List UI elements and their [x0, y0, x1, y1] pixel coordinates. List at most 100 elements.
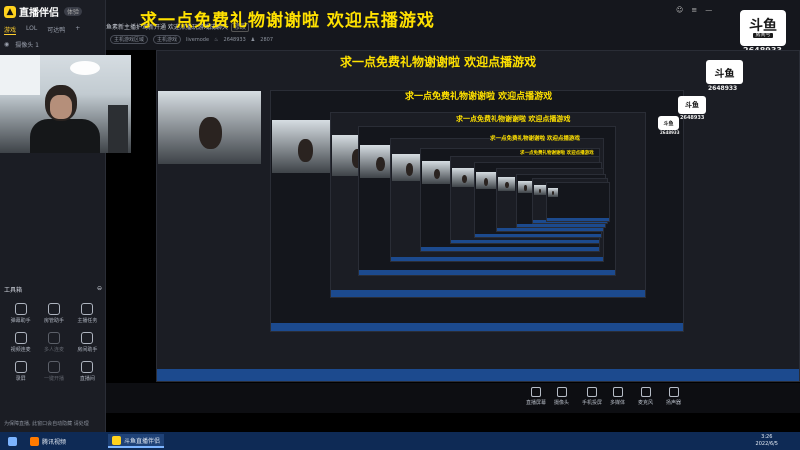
multi-link-icon	[47, 332, 60, 344]
toolbox-title: 工具箱	[4, 287, 23, 294]
nested-camera-thumb	[518, 181, 532, 193]
toolbox-more-icon[interactable]: ⊖	[97, 285, 102, 294]
menu-icon[interactable]: ≡	[691, 6, 697, 14]
control-camera[interactable]: 摄像头	[554, 387, 569, 406]
nested-taskbar	[391, 257, 603, 261]
nested-camera-thumb	[452, 168, 476, 187]
control-label: 手机投屏	[582, 400, 603, 406]
control-label: 摄像头	[554, 400, 570, 406]
tab-kedaya[interactable]: 可达鸭	[47, 25, 65, 35]
nested-taskbar	[451, 240, 599, 243]
visibility-eye-icon[interactable]: ◉	[4, 41, 9, 48]
tool-item[interactable]: 房管助手	[37, 303, 70, 324]
control-microphone[interactable]: 麦克风	[638, 387, 653, 406]
control-speaker[interactable]: 扬声器	[666, 387, 681, 406]
nested-banner: 求一点免费礼物谢谢啦 欢迎点播游戏	[490, 136, 580, 142]
nested-camera-thumb	[476, 172, 496, 189]
source-row[interactable]: ◉ 摄像头 1	[4, 40, 39, 49]
status-text: livemode	[186, 36, 210, 43]
nested-room-number: 2648933	[680, 115, 705, 121]
taskbar-item-tencent-video[interactable]: 腾讯视频	[26, 434, 70, 448]
tool-label: 视频连麦	[10, 347, 31, 353]
app-logo-icon: ▲	[4, 5, 16, 18]
nested-taskbar	[497, 228, 603, 231]
room-helper-icon	[81, 332, 94, 344]
hot-count: 2648933	[223, 36, 246, 43]
tool-item[interactable]: 直播间	[71, 361, 104, 382]
douyu-logo-sub: 房间号	[753, 31, 773, 38]
microphone-icon	[640, 387, 651, 397]
taskbar: 腾讯视频 斗鱼直播伴侣 3:26 2022/6/5	[0, 432, 800, 450]
app-name: 直播伴侣	[19, 8, 59, 19]
control-phone-cast[interactable]: 手机投屏	[582, 387, 602, 406]
avatar[interactable]: ☺	[676, 6, 683, 14]
source-item-camera[interactable]: 摄像头 1	[15, 40, 39, 49]
phone-cast-icon	[587, 387, 597, 397]
nested-camera-thumb	[498, 177, 515, 191]
control-label: 多媒体	[610, 400, 626, 406]
tab-lol[interactable]: LOL	[26, 25, 37, 35]
window-controls: ☺ ≡ —	[676, 6, 712, 14]
control-multimedia[interactable]: 多媒体	[610, 387, 625, 406]
nested-room-number: 2648933	[708, 85, 738, 92]
overlay-banner: 求一点免费礼物谢谢啦 欢迎点播游戏	[140, 11, 435, 31]
toolbox-grid: 弹幕助手 房管助手 主播任务视频连麦 多人连麦 房间助手录屏 一键开播 直播间	[4, 303, 104, 382]
multimedia-icon	[612, 387, 623, 397]
nested-taskbar	[359, 270, 615, 275]
tool-label: 房间助手	[77, 347, 98, 353]
video-link-icon	[14, 332, 27, 344]
nested-camera-thumb	[422, 161, 451, 184]
nested-douyu-logo: 斗鱼	[706, 60, 743, 84]
douyu-logo-text: 斗鱼	[749, 17, 777, 34]
tool-item[interactable]: 一键开播	[37, 361, 70, 382]
nested-douyu-logo: 斗鱼	[658, 116, 679, 130]
clock-time: 3:26	[761, 434, 773, 440]
hot-icon: ♨	[214, 36, 219, 43]
danmaku-helper-icon	[14, 303, 27, 315]
start-button[interactable]	[4, 434, 21, 448]
tool-item[interactable]: 弹幕助手	[4, 303, 37, 324]
nested-taskbar	[517, 224, 605, 227]
live-room-icon	[81, 361, 94, 373]
source-controls: 直播屏幕 摄像头 手机投屏 多媒体 麦克风 扬声器	[106, 383, 800, 413]
streamer-task-icon	[81, 303, 94, 315]
tool-label: 录屏	[15, 376, 26, 382]
tool-item[interactable]: 视频连麦	[4, 332, 37, 353]
tab-game[interactable]: 游戏	[4, 25, 17, 35]
version-tag[interactable]: 体验	[64, 7, 83, 16]
footer-status: 为保障直播, 此窗口会自动隐藏 请处理	[4, 421, 89, 427]
tool-item[interactable]: 多人连麦	[37, 332, 70, 353]
add-tab-icon[interactable]: +	[75, 25, 80, 35]
user-icon: ♟	[250, 36, 256, 43]
douyu-logo: 斗鱼 房间号	[740, 10, 786, 46]
windows-icon	[8, 436, 17, 446]
nested-camera-thumb	[158, 91, 261, 164]
speaker-icon	[668, 387, 679, 397]
category-pill-2[interactable]: 主机游戏	[153, 35, 182, 44]
tool-label: 弹幕助手	[10, 318, 31, 324]
nested-taskbar	[157, 369, 799, 381]
nested-taskbar	[271, 323, 683, 331]
one-click-stream-icon	[47, 361, 60, 373]
system-clock[interactable]: 3:26 2022/6/5	[756, 434, 778, 448]
control-label: 麦克风	[638, 400, 654, 406]
nested-preview-frame	[546, 182, 610, 222]
nested-banner: 求一点免费礼物谢谢啦 欢迎点播游戏	[520, 151, 594, 156]
tool-item[interactable]: 录屏	[4, 361, 37, 382]
tool-label: 一键开播	[43, 376, 64, 382]
tool-item[interactable]: 房间助手	[71, 332, 104, 353]
nested-taskbar	[421, 247, 599, 251]
taskbar-item-douyu[interactable]: 斗鱼直播伴侣	[108, 434, 165, 448]
category-pill-1[interactable]: 主机游戏区域	[110, 35, 149, 44]
tool-item[interactable]: 主播任务	[71, 303, 104, 324]
control-screen-capture[interactable]: 直播屏幕	[526, 387, 546, 406]
tool-label: 直播间	[79, 376, 95, 382]
stream-meta: 主机游戏区域 主机游戏 livemode ♨ 2648933 ♟ 2807	[110, 35, 273, 44]
nested-banner: 求一点免费礼物谢谢啦 欢迎点播游戏	[340, 55, 537, 69]
minimize-icon[interactable]: —	[705, 6, 712, 14]
camera-preview	[0, 55, 131, 153]
app-logo: ▲ 直播伴侣 体验	[4, 4, 83, 19]
clock-date: 2022/6/5	[755, 441, 778, 447]
tool-label: 房管助手	[43, 318, 64, 324]
control-label: 扬声器	[666, 400, 682, 406]
